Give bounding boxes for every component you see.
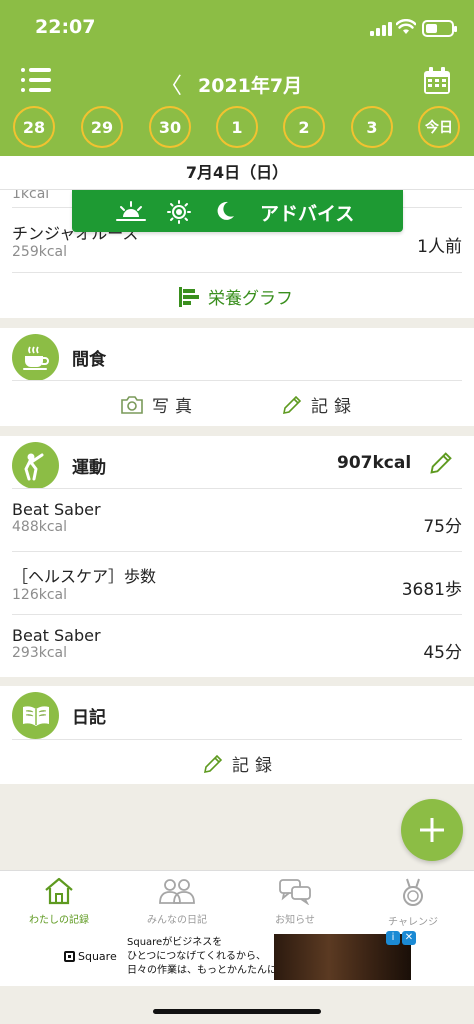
- exercise-card: 運動 907kcal Beat Saber 488kcal 75分 ［ヘルスケア…: [0, 436, 474, 677]
- wifi-icon: [396, 19, 416, 34]
- nutrition-graph-button[interactable]: 栄養グラフ: [178, 284, 293, 309]
- app-header: 22:07 〈 2021年7月 28 29 30 1 2 3 今日: [0, 0, 474, 156]
- home-indicator[interactable]: [153, 1009, 321, 1014]
- tab-everyone-diary[interactable]: みんなの日記: [118, 877, 236, 926]
- tab-my-record[interactable]: わたしの記録: [0, 877, 118, 926]
- list-menu-icon[interactable]: [21, 68, 51, 94]
- exercise-header: 運動 907kcal: [0, 436, 474, 492]
- tab-label: お知らせ: [275, 915, 315, 926]
- snack-record-label: 記録: [311, 397, 357, 417]
- tab-label: わたしの記録: [29, 915, 89, 926]
- sun-icon: [167, 200, 191, 224]
- chevron-left-icon[interactable]: 〈: [160, 68, 182, 100]
- advice-button[interactable]: アドバイス: [72, 190, 403, 232]
- ad-line: ひとつにつなげてくれるから、: [127, 951, 266, 962]
- snack-photo-button[interactable]: 写真: [120, 392, 198, 417]
- sunrise-icon: [116, 201, 146, 221]
- exercise-name: ［ヘルスケア］歩数: [12, 567, 157, 586]
- camera-icon: [121, 395, 143, 414]
- status-bar: 22:07: [0, 16, 474, 42]
- edit-pencil-icon[interactable]: [428, 450, 454, 476]
- ad-close-icon[interactable]: ✕: [402, 931, 416, 945]
- exercise-value: 75分: [423, 517, 462, 537]
- nutrition-graph-label: 栄養グラフ: [208, 289, 293, 309]
- selected-date-bar: 7月4日（日）: [0, 156, 474, 190]
- day-today[interactable]: 今日: [418, 106, 460, 148]
- divider: [12, 739, 462, 740]
- square-logo-icon: [64, 951, 75, 962]
- day-1[interactable]: 1: [216, 106, 258, 148]
- add-fab-button[interactable]: [401, 799, 463, 861]
- divider: [12, 551, 462, 552]
- pencil-icon: [282, 395, 302, 414]
- diary-header: 日記: [0, 686, 474, 742]
- medal-icon: [403, 878, 423, 906]
- exercise-name: Beat Saber: [12, 626, 101, 645]
- pencil-icon: [203, 754, 223, 773]
- moon-icon: [217, 201, 234, 220]
- exercise-title: 運動: [72, 458, 106, 478]
- ad-copy: Squareがビジネスを ひとつにつなげてくれるから、 日々の作業は、もっとかん…: [127, 936, 287, 978]
- tab-label: みんなの日記: [147, 915, 207, 926]
- exercise-row[interactable]: ［ヘルスケア］歩数 126kcal 3681歩: [12, 563, 462, 607]
- tab-challenge[interactable]: チャレンジ: [354, 877, 472, 928]
- tab-notifications[interactable]: お知らせ: [236, 877, 354, 926]
- ad-line: 日々の作業は、もっとかんたんに。: [127, 965, 287, 976]
- diary-card: 日記 記録: [0, 686, 474, 784]
- exercise-value: 45分: [423, 643, 462, 663]
- month-label: 2021年7月: [198, 74, 303, 97]
- snack-record-button[interactable]: 記録: [281, 392, 357, 417]
- exercise-kcal: 488kcal: [12, 519, 67, 535]
- divider: [12, 272, 462, 273]
- food-kcal: 259kcal: [12, 244, 67, 260]
- exercise-total: 907kcal: [337, 453, 412, 473]
- day-2[interactable]: 2: [283, 106, 325, 148]
- diary-record-button[interactable]: 記録: [202, 751, 278, 776]
- ad-info-icon[interactable]: i: [386, 931, 400, 945]
- exercise-kcal: 293kcal: [12, 645, 67, 661]
- day-28[interactable]: 28: [13, 106, 55, 148]
- people-icon: [159, 879, 195, 904]
- exercise-kcal: 126kcal: [12, 587, 67, 603]
- ad-brand: Square: [64, 950, 117, 963]
- bar-graph-icon: [179, 286, 199, 307]
- status-time: 22:07: [35, 16, 96, 38]
- exercise-row[interactable]: Beat Saber 488kcal 75分: [12, 500, 462, 544]
- home-icon: [45, 877, 73, 905]
- month-selector: 〈 2021年7月: [160, 68, 302, 100]
- divider: [12, 614, 462, 615]
- day-30[interactable]: 30: [149, 106, 191, 148]
- ad-brand-text: Square: [78, 950, 117, 963]
- month-nav-row: 〈 2021年7月: [0, 64, 474, 100]
- bottom-tab-bar: わたしの記録 みんなの日記 お知らせ チャレンジ: [0, 870, 474, 928]
- snack-header: 間食: [0, 328, 474, 384]
- snack-card: 間食 写真 記録: [0, 328, 474, 426]
- coffee-cup-icon: [12, 334, 59, 381]
- divider: [12, 488, 462, 489]
- stretching-person-icon: [12, 442, 59, 489]
- advice-label: アドバイス: [260, 203, 355, 225]
- food-qty: 1人前: [417, 237, 462, 257]
- ad-banner[interactable]: Square Squareがビジネスを ひとつにつなげてくれるから、 日々の作業…: [0, 928, 474, 986]
- snack-title: 間食: [72, 350, 106, 370]
- divider: [12, 380, 462, 381]
- chat-bubbles-icon: [279, 879, 311, 906]
- tab-label: チャレンジ: [388, 917, 438, 928]
- diary-title: 日記: [72, 708, 106, 728]
- day-29[interactable]: 29: [81, 106, 123, 148]
- open-book-icon: [12, 692, 59, 739]
- day-strip: 28 29 30 1 2 3 今日: [0, 106, 474, 148]
- calendar-icon[interactable]: [422, 66, 452, 96]
- snack-photo-label: 写真: [152, 397, 198, 417]
- diary-record-label: 記録: [232, 756, 278, 776]
- day-3[interactable]: 3: [351, 106, 393, 148]
- battery-icon: [422, 20, 457, 37]
- exercise-row[interactable]: Beat Saber 293kcal 45分: [12, 626, 462, 670]
- exercise-value: 3681歩: [401, 580, 462, 600]
- ad-line: Squareがビジネスを: [127, 937, 223, 948]
- ad-controls: i ✕: [386, 931, 416, 945]
- signal-icon: [370, 20, 392, 36]
- exercise-name: Beat Saber: [12, 500, 101, 519]
- plus-icon: [420, 818, 444, 842]
